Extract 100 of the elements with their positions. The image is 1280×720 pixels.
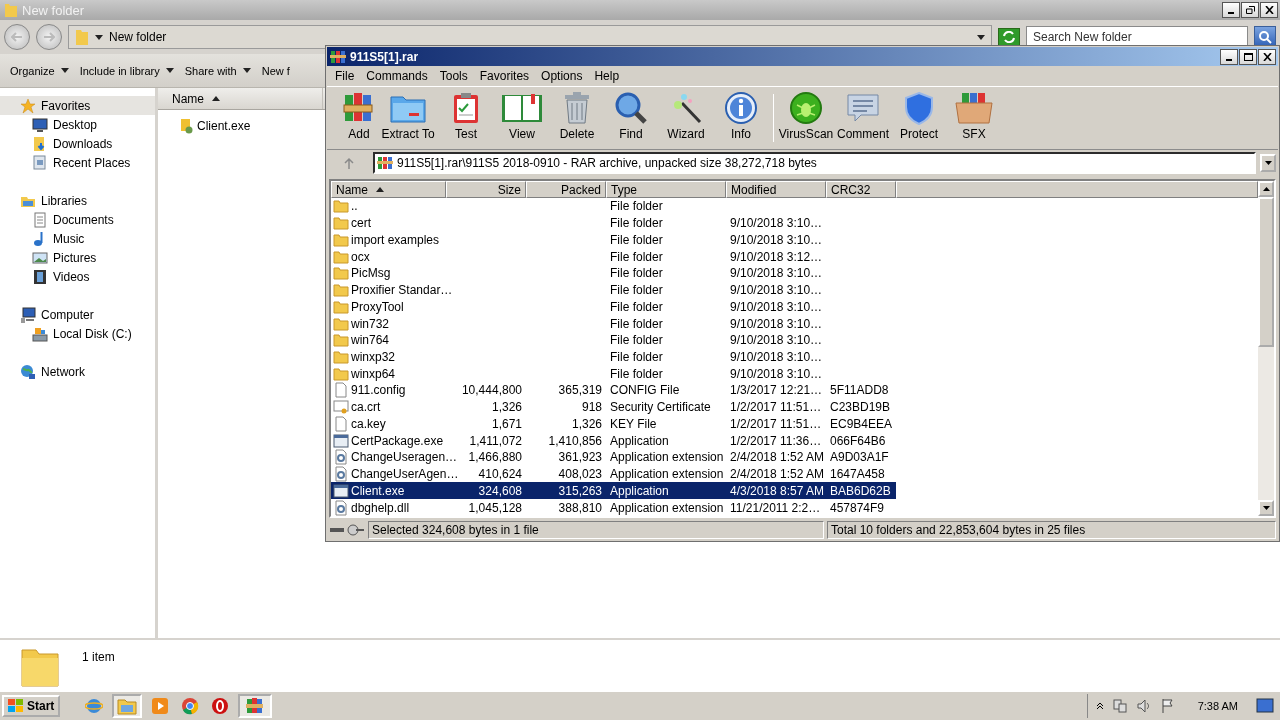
nav-item[interactable]: Local Disk (C:) bbox=[0, 324, 155, 343]
toolbar-button[interactable]: Comment bbox=[834, 89, 892, 147]
command-button[interactable]: Share with bbox=[180, 61, 255, 80]
column-header[interactable]: Name bbox=[158, 88, 323, 109]
toolbar-button[interactable]: Protect bbox=[892, 89, 946, 147]
file-row[interactable]: win732 File folder 9/10/2018 3:10… bbox=[331, 315, 896, 332]
column-header[interactable]: Size bbox=[446, 181, 526, 198]
toolbar-button[interactable]: Add bbox=[341, 89, 377, 147]
toolbar-button[interactable]: Delete bbox=[551, 89, 603, 147]
file-row[interactable]: ocx File folder 9/10/2018 3:12… bbox=[331, 248, 896, 265]
toolbar-button[interactable]: Test bbox=[439, 89, 493, 147]
show-desktop-icon bbox=[1256, 697, 1274, 715]
close-button[interactable] bbox=[1258, 48, 1276, 65]
toolbar-button[interactable]: Find bbox=[603, 89, 659, 147]
toolbar-button[interactable]: SFX bbox=[946, 89, 1002, 147]
file-row[interactable]: CertPackage.exe 1,411,072 1,410,856 Application 1/2/2017 11:36… 066F64B6 bbox=[331, 432, 896, 449]
column-header[interactable]: Type bbox=[606, 181, 726, 198]
menu-item[interactable]: File bbox=[329, 69, 361, 83]
minimize-button[interactable] bbox=[1220, 48, 1238, 65]
file-row[interactable]: ChangeUserAgen… 410,624 408,023 Application extension 2/4/2018 1:52 AM 1647A458 bbox=[331, 465, 896, 483]
globe-icon bbox=[20, 363, 36, 380]
file-name: .. bbox=[351, 199, 358, 214]
taskbar-app-button[interactable] bbox=[238, 694, 273, 718]
nav-item[interactable]: Libraries bbox=[0, 191, 155, 210]
search-field[interactable]: Search New folder bbox=[1026, 26, 1248, 48]
file-row[interactable]: Proxifier Standar… File folder 9/10/2018 3:10… bbox=[331, 281, 896, 299]
file-row[interactable]: cert File folder 9/10/2018 3:10… bbox=[331, 214, 896, 232]
command-button[interactable]: New f bbox=[257, 61, 294, 80]
nav-item[interactable]: Computer bbox=[0, 305, 155, 324]
nav-item[interactable]: Videos bbox=[0, 267, 155, 286]
minimize-button[interactable] bbox=[1222, 2, 1240, 18]
column-header[interactable]: Name bbox=[331, 181, 446, 198]
scrollbar[interactable] bbox=[1258, 181, 1274, 516]
file-row[interactable]: PicMsg File folder 9/10/2018 3:10… bbox=[331, 264, 896, 282]
file-row[interactable]: 911.config 10,444,800 365,319 CONFIG File 1/3/2017 12:21… 5F11ADD8 bbox=[331, 382, 896, 399]
file-row[interactable]: dbghelp.dll 1,045,128 388,810 Application extension 11/21/2011 2:2… 457874F9 bbox=[331, 499, 896, 516]
type-cell-text: Security Certificate bbox=[609, 400, 712, 415]
menu-item[interactable]: Help bbox=[588, 69, 626, 83]
scrollbar-thumb[interactable] bbox=[1258, 197, 1274, 347]
menu-item[interactable]: Options bbox=[535, 69, 589, 83]
file-row[interactable]: Client.exe 324,608 315,263 Application 4/3/2018 8:57 AM BAB6D62B bbox=[331, 482, 896, 500]
file-name[interactable]: Client.exe bbox=[197, 119, 251, 133]
command-button[interactable]: Include in library bbox=[75, 61, 178, 80]
taskbar-app-button[interactable] bbox=[112, 694, 143, 718]
file-name: ca.key bbox=[351, 416, 386, 431]
column-header[interactable]: Modified bbox=[726, 181, 826, 198]
restore-button[interactable] bbox=[1241, 2, 1259, 18]
file-row[interactable]: ca.key 1,671 1,326 KEY File 1/2/2017 11:51… EC9B4EEA bbox=[331, 415, 896, 433]
menu-item[interactable]: Tools bbox=[433, 69, 474, 83]
menu-item[interactable]: Commands bbox=[360, 69, 434, 83]
nav-item[interactable]: Documents bbox=[0, 210, 155, 229]
column-header[interactable]: Packed bbox=[526, 181, 606, 198]
crc-cell-text: A9D03A1F bbox=[829, 450, 890, 465]
type-cell-text: File folder bbox=[609, 333, 664, 348]
toolbar-button[interactable]: Info bbox=[713, 89, 769, 147]
modified-cell-text: 9/10/2018 3:10… bbox=[729, 349, 824, 364]
nav-item[interactable]: Music bbox=[0, 229, 155, 248]
nav-item[interactable]: Pictures bbox=[0, 248, 155, 267]
menu-item[interactable]: Favorites bbox=[473, 69, 536, 83]
file-row[interactable]: winxp32 File folder 9/10/2018 3:10… bbox=[331, 348, 896, 366]
packed-cell-text: 388,810 bbox=[557, 500, 603, 515]
nav-item[interactable]: Favorites bbox=[0, 96, 155, 115]
close-button[interactable] bbox=[1260, 2, 1278, 18]
toolbar-button[interactable]: View bbox=[493, 89, 551, 147]
column-header[interactable]: CRC32 bbox=[826, 181, 896, 198]
nav-item[interactable]: Desktop bbox=[0, 115, 155, 134]
trash-icon bbox=[562, 91, 592, 125]
command-button[interactable]: Organize bbox=[6, 61, 73, 80]
books-icon bbox=[330, 49, 346, 64]
toolbar-button[interactable]: VirusScan bbox=[778, 89, 834, 147]
dropdown-button[interactable] bbox=[1260, 154, 1276, 172]
file-row[interactable]: ChangeUseragen… 1,466,880 361,923 Application extension 2/4/2018 1:52 AM A9D03A1F bbox=[331, 449, 896, 466]
folder-icon bbox=[333, 298, 349, 315]
file-name: win732 bbox=[351, 316, 390, 331]
folder-icon bbox=[333, 348, 349, 365]
file-row[interactable]: ca.crt 1,326 918 Security Certificate 1/2/2017 11:51… C23BD19B bbox=[331, 398, 896, 416]
film-icon bbox=[32, 268, 48, 285]
clock[interactable]: 7:38 AM bbox=[1197, 700, 1238, 712]
packed-cell-text: 1,326 bbox=[570, 416, 603, 431]
search-button[interactable] bbox=[1254, 26, 1276, 48]
file-row[interactable]: .. File folder bbox=[331, 198, 896, 215]
nav-item[interactable]: Network bbox=[0, 362, 155, 381]
refresh-button[interactable] bbox=[998, 28, 1020, 46]
type-cell-text: File folder bbox=[609, 266, 664, 281]
start-button[interactable]: Start bbox=[2, 695, 61, 717]
forward-button[interactable] bbox=[36, 24, 62, 50]
nav-item[interactable]: Recent Places bbox=[0, 153, 155, 172]
toolbar-button[interactable]: Extract To bbox=[377, 89, 439, 147]
nav-item[interactable]: Downloads bbox=[0, 134, 155, 153]
file-row[interactable]: import examples File folder 9/10/2018 3:10… bbox=[331, 231, 896, 249]
gear-file-icon bbox=[333, 449, 349, 466]
size-cell-text: 324,608 bbox=[477, 483, 523, 498]
file-row[interactable]: winxp64 File folder 9/10/2018 3:10… bbox=[331, 365, 896, 383]
breadcrumb[interactable]: New folder bbox=[109, 30, 971, 44]
file-row[interactable]: win764 File folder 9/10/2018 3:10… bbox=[331, 331, 896, 349]
file-row[interactable]: ProxyTool File folder 9/10/2018 3:10… bbox=[331, 298, 896, 316]
back-button[interactable] bbox=[4, 24, 30, 50]
toolbar-button[interactable]: Wizard bbox=[659, 89, 713, 147]
maximize-button[interactable] bbox=[1239, 48, 1257, 65]
path-field[interactable]: 911S5[1].rar\911S5 2018-0910 - RAR archive, unpacked size 38,272,718 bytes bbox=[373, 152, 1256, 174]
